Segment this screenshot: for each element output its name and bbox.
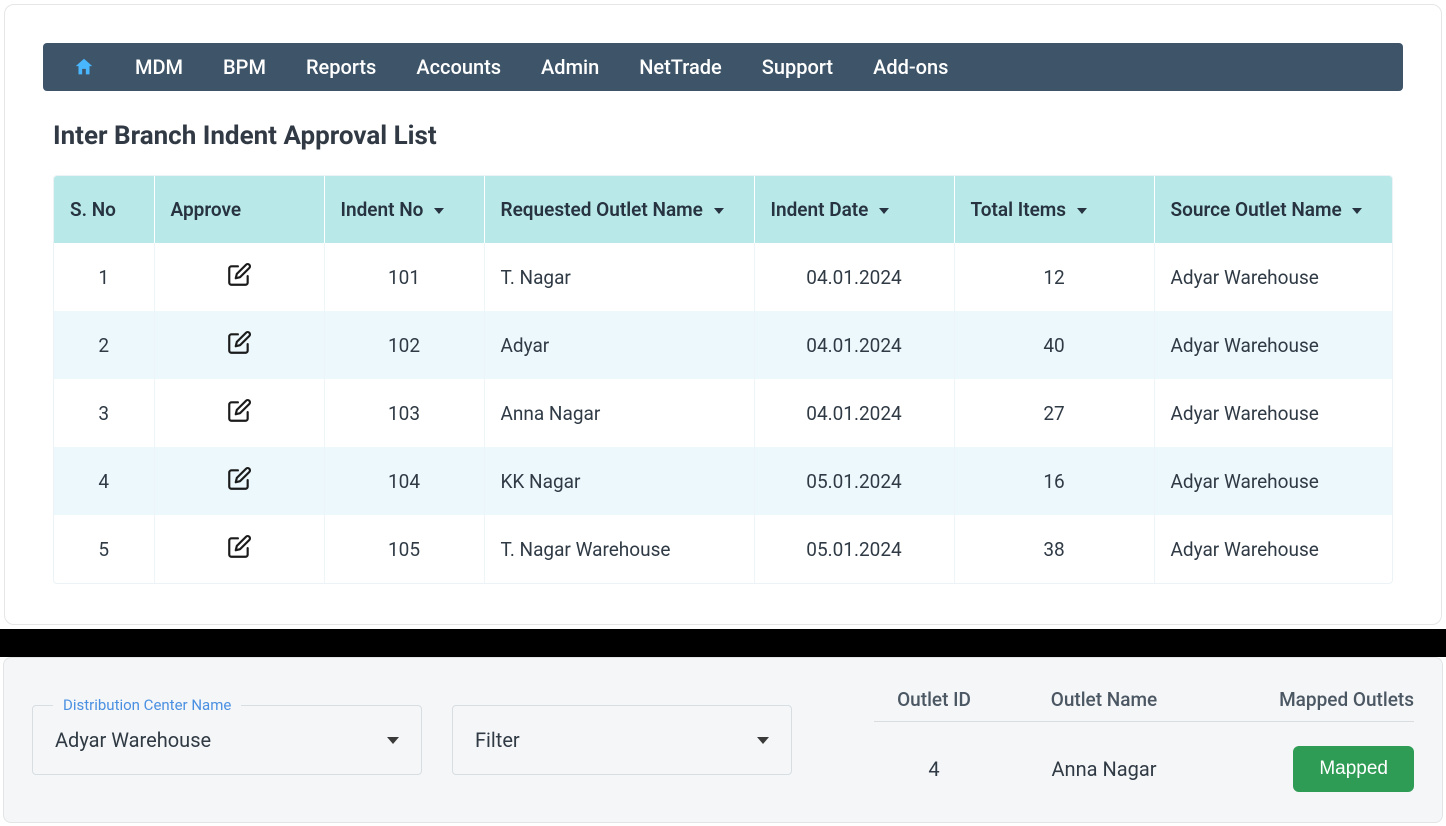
outlet-mini-row: 4 Anna Nagar Mapped	[874, 722, 1414, 792]
navbar: MDM BPM Reports Accounts Admin NetTrade …	[43, 43, 1403, 91]
chevron-down-icon	[714, 208, 724, 214]
cell-indent-no: 104	[324, 447, 484, 515]
table-row: 1 101T. Nagar04.01.202412Adyar Warehouse	[54, 243, 1392, 311]
col-approve-label: Approve	[171, 198, 242, 221]
nav-item-bpm[interactable]: BPM	[223, 55, 266, 79]
cell-indent-no: 105	[324, 515, 484, 583]
mini-col-mapped-outlets: Mapped Outlets	[1214, 688, 1414, 711]
cell-sno: 4	[54, 447, 154, 515]
cell-total-items: 40	[954, 311, 1154, 379]
cell-indent-date: 04.01.2024	[754, 379, 954, 447]
outlet-mini-table: Outlet ID Outlet Name Mapped Outlets 4 A…	[874, 688, 1414, 792]
indent-table: S. No Approve Indent No Requested Outlet…	[54, 176, 1392, 583]
col-sno-label: S. No	[70, 198, 116, 221]
cell-sno: 3	[54, 379, 154, 447]
cell-approve	[154, 243, 324, 311]
edit-icon[interactable]	[225, 465, 253, 493]
cell-total-items: 38	[954, 515, 1154, 583]
chevron-down-icon	[434, 208, 444, 214]
col-reqoutlet-label: Requested Outlet Name	[501, 198, 703, 221]
cell-indent-date: 04.01.2024	[754, 243, 954, 311]
chevron-down-icon	[757, 737, 769, 744]
cell-sno: 2	[54, 311, 154, 379]
cell-source-outlet: Adyar Warehouse	[1154, 515, 1392, 583]
mini-col-outlet-name: Outlet Name	[994, 688, 1214, 711]
dc-name-label: Distribution Center Name	[53, 696, 241, 714]
cell-total-items: 16	[954, 447, 1154, 515]
cell-indent-no: 102	[324, 311, 484, 379]
cell-source-outlet: Adyar Warehouse	[1154, 379, 1392, 447]
cell-req-outlet: T. Nagar	[484, 243, 754, 311]
edit-icon[interactable]	[225, 329, 253, 357]
nav-item-addons[interactable]: Add-ons	[873, 55, 948, 79]
cell-req-outlet: Anna Nagar	[484, 379, 754, 447]
table-row: 2 102Adyar04.01.202440Adyar Warehouse	[54, 311, 1392, 379]
dc-name-select[interactable]: Distribution Center Name Adyar Warehouse	[32, 705, 422, 775]
bottom-panel: Distribution Center Name Adyar Warehouse…	[3, 657, 1443, 823]
table-row: 3 103Anna Nagar04.01.202427Adyar Warehous…	[54, 379, 1392, 447]
table-row: 5 105T. Nagar Warehouse05.01.202438Adyar …	[54, 515, 1392, 583]
mapped-button[interactable]: Mapped	[1293, 746, 1414, 792]
cell-total-items: 27	[954, 379, 1154, 447]
mini-outlet-id: 4	[874, 757, 994, 781]
cell-approve	[154, 515, 324, 583]
mini-col-outlet-id: Outlet ID	[874, 688, 994, 711]
col-reqoutlet-header[interactable]: Requested Outlet Name	[484, 176, 754, 243]
col-indent-label: Indent No	[341, 198, 424, 221]
cell-approve	[154, 447, 324, 515]
indent-table-wrap: S. No Approve Indent No Requested Outlet…	[53, 175, 1393, 584]
col-sno-header: S. No	[54, 176, 154, 243]
cell-indent-date: 05.01.2024	[754, 515, 954, 583]
cell-indent-no: 101	[324, 243, 484, 311]
cell-sno: 1	[54, 243, 154, 311]
nav-item-accounts[interactable]: Accounts	[416, 55, 501, 79]
cell-approve	[154, 379, 324, 447]
cell-indent-no: 103	[324, 379, 484, 447]
cell-source-outlet: Adyar Warehouse	[1154, 243, 1392, 311]
chevron-down-icon	[879, 208, 889, 214]
cell-source-outlet: Adyar Warehouse	[1154, 447, 1392, 515]
home-icon[interactable]	[73, 56, 95, 78]
cell-req-outlet: T. Nagar Warehouse	[484, 515, 754, 583]
col-indent-header[interactable]: Indent No	[324, 176, 484, 243]
filter-select[interactable]: Filter	[452, 705, 792, 775]
col-date-label: Indent Date	[771, 198, 869, 221]
col-total-header[interactable]: Total Items	[954, 176, 1154, 243]
cell-source-outlet: Adyar Warehouse	[1154, 311, 1392, 379]
nav-item-reports[interactable]: Reports	[306, 55, 376, 79]
dc-name-value: Adyar Warehouse	[55, 728, 211, 752]
table-row: 4 104KK Nagar05.01.202416Adyar Warehouse	[54, 447, 1392, 515]
col-src-header[interactable]: Source Outlet Name	[1154, 176, 1392, 243]
chevron-down-icon	[1352, 208, 1362, 214]
nav-item-nettrade[interactable]: NetTrade	[639, 55, 722, 79]
page-title: Inter Branch Indent Approval List	[53, 121, 1433, 151]
cell-req-outlet: KK Nagar	[484, 447, 754, 515]
edit-icon[interactable]	[225, 397, 253, 425]
col-date-header[interactable]: Indent Date	[754, 176, 954, 243]
cell-req-outlet: Adyar	[484, 311, 754, 379]
edit-icon[interactable]	[225, 261, 253, 289]
nav-item-mdm[interactable]: MDM	[135, 55, 183, 79]
edit-icon[interactable]	[225, 533, 253, 561]
cell-indent-date: 05.01.2024	[754, 447, 954, 515]
col-total-label: Total Items	[971, 198, 1067, 221]
chevron-down-icon	[387, 737, 399, 744]
divider-bar	[0, 629, 1446, 657]
cell-approve	[154, 311, 324, 379]
col-src-label: Source Outlet Name	[1171, 198, 1342, 221]
nav-item-support[interactable]: Support	[762, 55, 833, 79]
chevron-down-icon	[1077, 208, 1087, 214]
col-approve-header: Approve	[154, 176, 324, 243]
top-panel: MDM BPM Reports Accounts Admin NetTrade …	[4, 4, 1442, 625]
mini-outlet-name: Anna Nagar	[994, 757, 1214, 781]
filter-value: Filter	[475, 728, 520, 752]
cell-sno: 5	[54, 515, 154, 583]
nav-item-admin[interactable]: Admin	[541, 55, 599, 79]
cell-total-items: 12	[954, 243, 1154, 311]
cell-indent-date: 04.01.2024	[754, 311, 954, 379]
